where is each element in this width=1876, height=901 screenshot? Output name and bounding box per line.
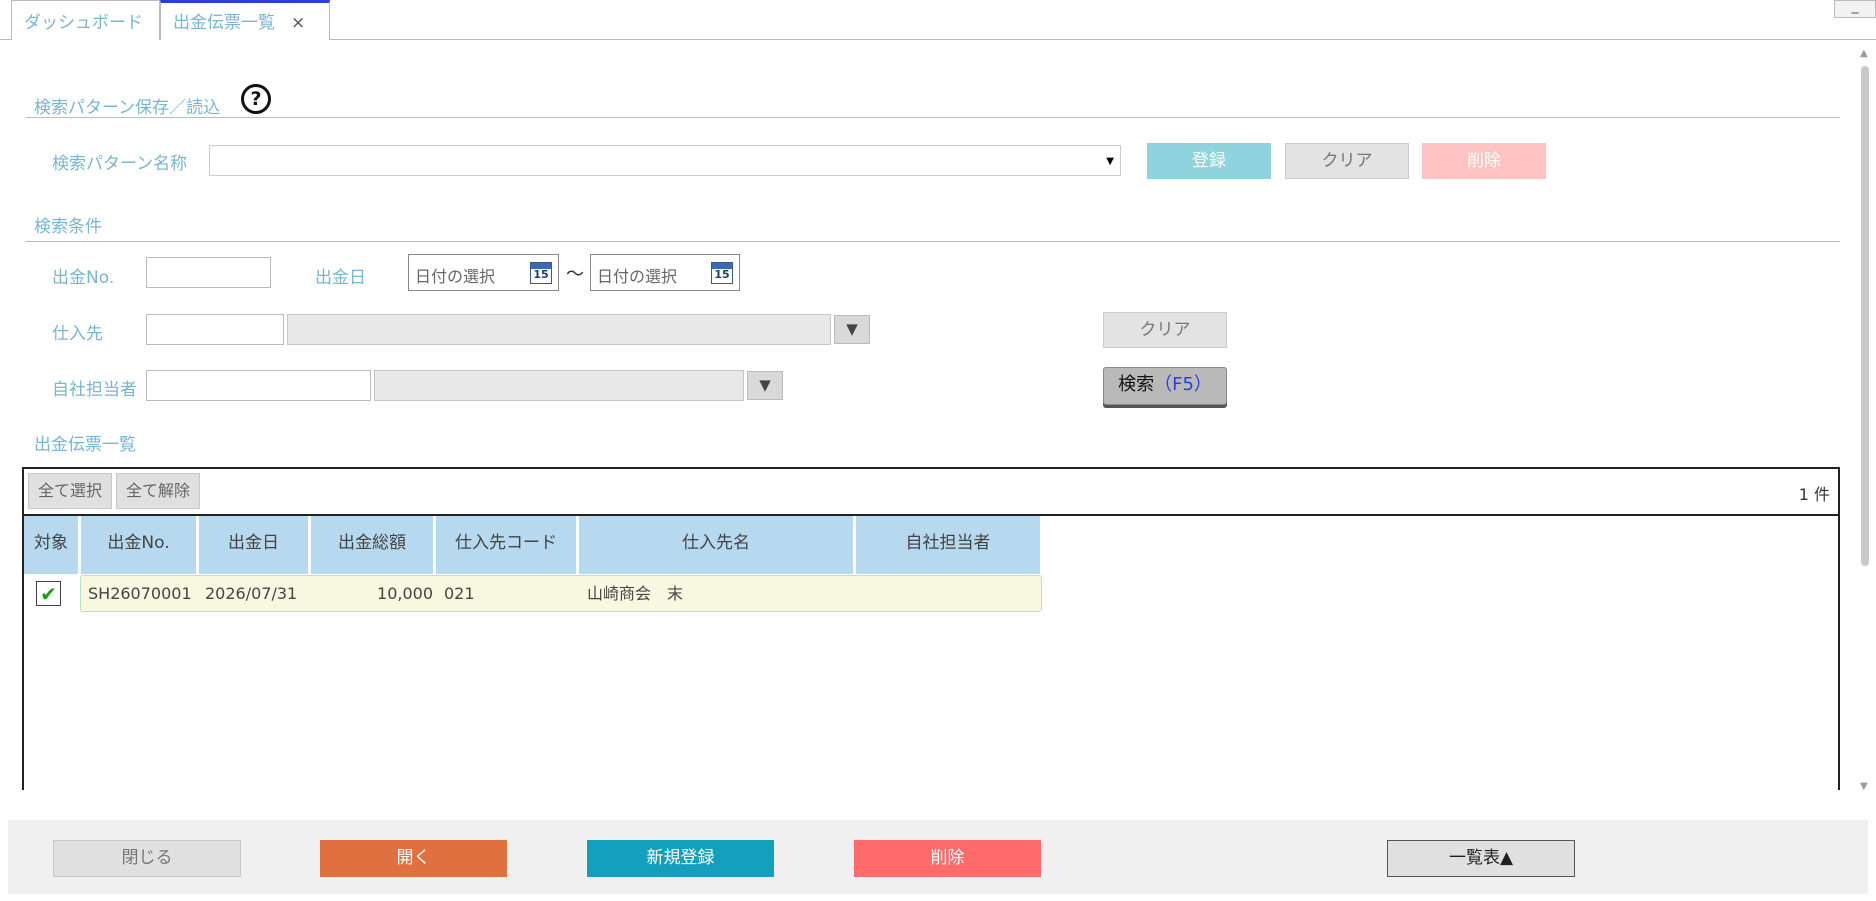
date-from-picker[interactable]: 日付の選択 15 xyxy=(408,254,559,291)
supplier-label: 仕入先 xyxy=(52,324,103,344)
column-header-staff[interactable]: 自社担当者 xyxy=(856,516,1042,574)
pattern-name-label: 検索パターン名称 xyxy=(52,154,188,174)
search-button-label: 検索 xyxy=(1118,374,1155,395)
pattern-delete-button[interactable]: 削除 xyxy=(1422,143,1546,179)
tab-bar: ダッシュボード 出金伝票一覧 × _ xyxy=(0,0,1876,40)
pattern-section-title: 検索パターン保存／読込 xyxy=(34,98,221,118)
chevron-down-icon: ▼ xyxy=(1106,156,1114,167)
column-header-amount[interactable]: 出金総額 xyxy=(311,516,435,574)
conditions-section-title: 検索条件 xyxy=(34,217,102,237)
minimize-button[interactable]: _ xyxy=(1834,0,1876,18)
triangle-down-icon: ▼ xyxy=(846,320,858,338)
cell-amount: 10,000 xyxy=(377,584,433,603)
range-separator: ～ xyxy=(566,264,584,285)
cell-supplier-code: 021 xyxy=(444,584,475,603)
scroll-thumb[interactable] xyxy=(1861,66,1869,566)
table-toolbar: 全て選択 全て解除 1 件 xyxy=(24,469,1838,516)
triangle-down-icon: ▼ xyxy=(759,376,771,394)
conditions-clear-button[interactable]: クリア xyxy=(1103,312,1227,348)
record-count: 1 件 xyxy=(1798,485,1830,504)
date-to-picker[interactable]: 日付の選択 15 xyxy=(590,254,740,291)
staff-name-field xyxy=(374,370,744,401)
cell-supplier-name: 山崎商会 末 xyxy=(587,584,684,603)
tab-dashboard[interactable]: ダッシュボード xyxy=(11,0,160,40)
date-to-placeholder: 日付の選択 xyxy=(597,267,678,286)
delete-button[interactable]: 削除 xyxy=(854,840,1041,877)
select-all-button[interactable]: 全て選択 xyxy=(28,473,112,509)
slip-no-label: 出金No. xyxy=(52,268,115,288)
divider xyxy=(26,117,1840,118)
payment-date-label: 出金日 xyxy=(315,268,366,288)
supplier-code-input[interactable] xyxy=(146,314,284,345)
close-icon[interactable]: × xyxy=(291,13,305,33)
column-header-slip-no[interactable]: 出金No. xyxy=(81,516,198,574)
vertical-scrollbar[interactable]: ▲ ▼ xyxy=(1858,48,1872,792)
supplier-name-field xyxy=(287,314,831,345)
staff-code-input[interactable] xyxy=(146,370,371,401)
cell-date: 2026/07/31 xyxy=(205,584,298,603)
footer-bar: 閉じる 開く 新規登録 削除 一覧表▲ xyxy=(8,820,1868,894)
staff-dropdown-button[interactable]: ▼ xyxy=(747,371,783,400)
scroll-up-icon[interactable]: ▲ xyxy=(1860,48,1868,59)
column-header-supplier-code[interactable]: 仕入先コード xyxy=(436,516,578,574)
pattern-clear-button[interactable]: クリア xyxy=(1285,143,1409,179)
row-checkbox[interactable]: ✔ xyxy=(36,581,61,606)
tab-dashboard-label: ダッシュボード xyxy=(24,13,143,33)
list-section-title: 出金伝票一覧 xyxy=(34,435,136,455)
pattern-name-select[interactable]: ▼ xyxy=(209,145,1121,176)
slip-no-input[interactable] xyxy=(146,257,271,288)
search-button[interactable]: 検索（F5） xyxy=(1103,367,1227,405)
cell-slip-no: SH26070001 xyxy=(88,584,192,603)
divider xyxy=(26,241,1840,242)
help-icon[interactable]: ? xyxy=(241,84,271,114)
tab-payment-slip-list[interactable]: 出金伝票一覧 × xyxy=(160,0,330,40)
scroll-down-icon[interactable]: ▼ xyxy=(1860,781,1868,792)
search-shortcut-label: （F5） xyxy=(1154,374,1212,395)
column-header-target: 対象 xyxy=(24,516,80,574)
pattern-register-button[interactable]: 登録 xyxy=(1147,143,1271,179)
open-button[interactable]: 開く xyxy=(320,840,507,877)
date-from-placeholder: 日付の選択 xyxy=(415,267,496,286)
staff-label: 自社担当者 xyxy=(52,380,137,400)
deselect-all-button[interactable]: 全て解除 xyxy=(116,473,200,509)
list-report-button[interactable]: 一覧表▲ xyxy=(1387,840,1575,877)
new-entry-button[interactable]: 新規登録 xyxy=(587,840,774,877)
close-button[interactable]: 閉じる xyxy=(53,840,241,877)
table-row[interactable]: SH26070001 2026/07/31 10,000 021 山崎商会 末 xyxy=(80,575,1042,612)
calendar-icon[interactable]: 15 xyxy=(530,262,552,284)
supplier-dropdown-button[interactable]: ▼ xyxy=(834,315,870,344)
column-header-date[interactable]: 出金日 xyxy=(199,516,310,574)
tab-payment-slip-list-label: 出金伝票一覧 xyxy=(173,13,275,33)
calendar-icon[interactable]: 15 xyxy=(711,262,733,284)
column-header-supplier-name[interactable]: 仕入先名 xyxy=(579,516,855,574)
slip-table: 全て選択 全て解除 1 件 対象 出金No. 出金日 出金総額 仕入先コード 仕… xyxy=(22,467,1840,790)
